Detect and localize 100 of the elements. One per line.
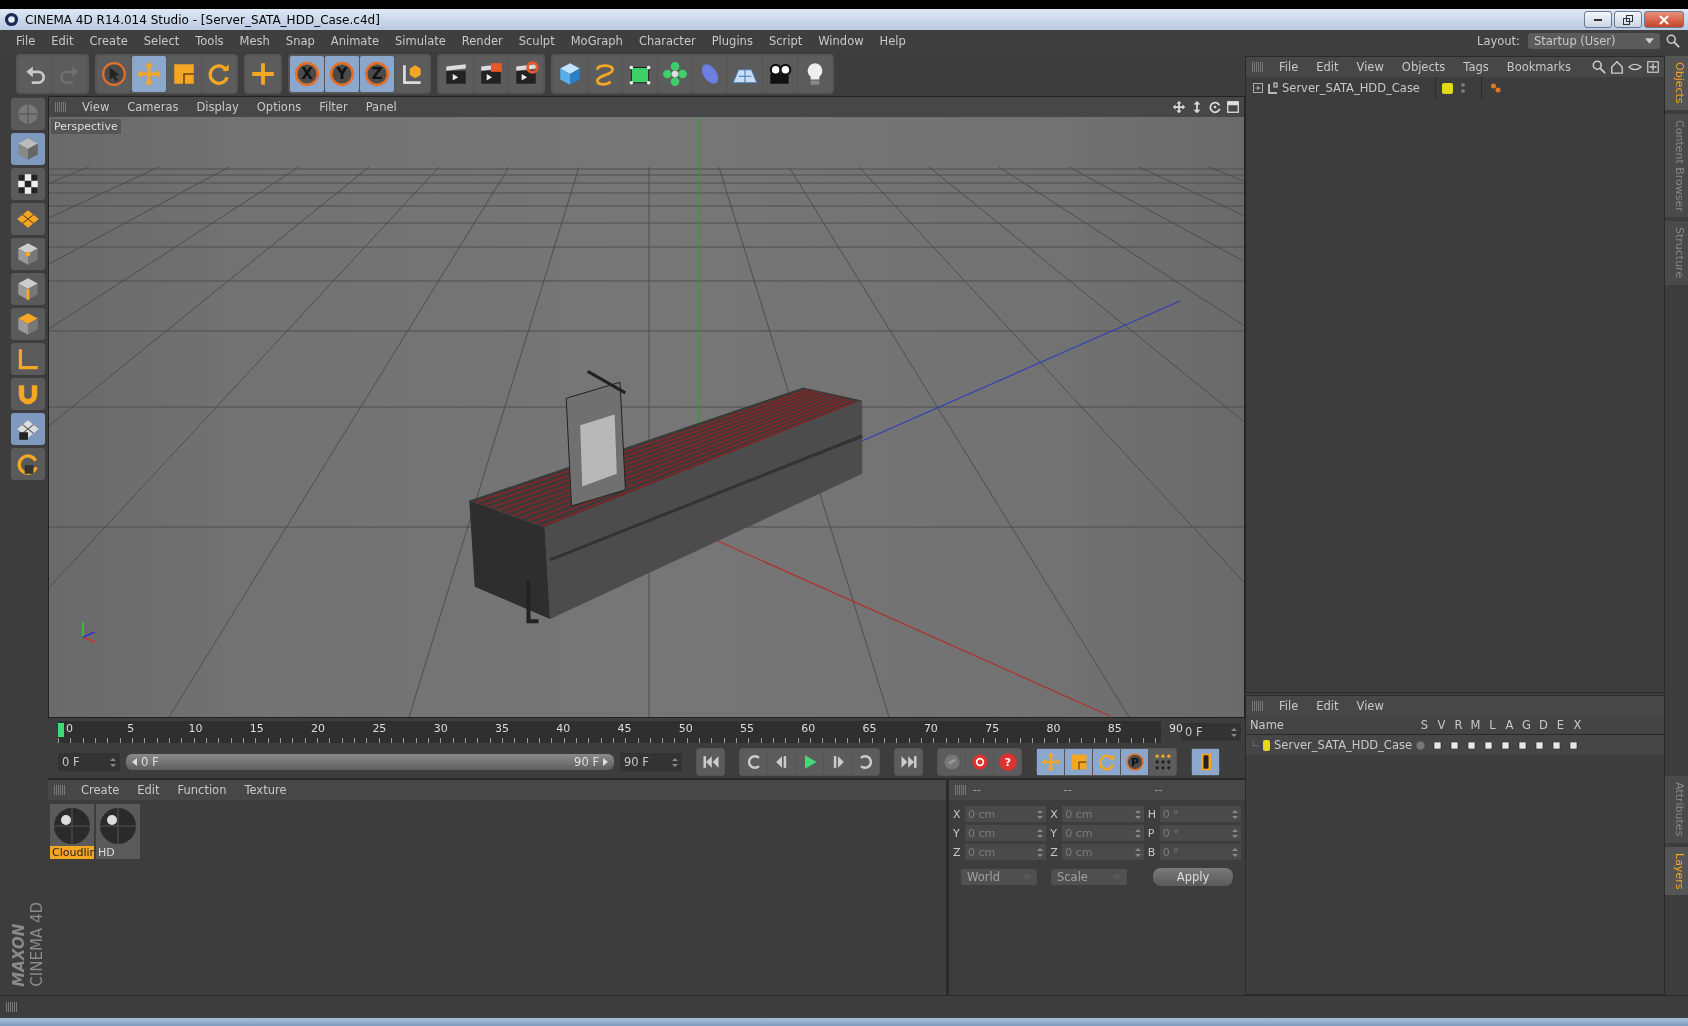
playback-button[interactable] — [966, 749, 993, 775]
new-panel-icon[interactable] — [1646, 60, 1660, 74]
playback-button[interactable] — [895, 749, 922, 775]
frame-range-slider[interactable]: 0 F 90 F — [126, 754, 614, 770]
right-arrow-icon[interactable] — [603, 758, 608, 766]
layer-flag-icon[interactable] — [1517, 739, 1528, 751]
layer-flag-icon[interactable] — [1534, 739, 1545, 751]
spinner-icon[interactable] — [1232, 847, 1238, 857]
menu-item[interactable]: Animate — [322, 34, 387, 48]
menu-item[interactable]: Select — [135, 34, 188, 48]
playback-button[interactable] — [697, 749, 724, 775]
toolbar-button[interactable] — [763, 56, 797, 92]
spinner-icon[interactable] — [1134, 809, 1141, 819]
spinner-icon[interactable] — [1037, 828, 1044, 838]
home-icon[interactable] — [1610, 60, 1624, 74]
playback-button[interactable] — [824, 749, 851, 775]
material-swatch[interactable]: Cloudlir — [50, 804, 94, 859]
viewport-menu-item[interactable]: Panel — [356, 100, 406, 114]
spinner-icon[interactable] — [1037, 809, 1044, 819]
spinner-icon[interactable] — [110, 757, 116, 767]
rotate-icon[interactable] — [1208, 100, 1222, 114]
menu-item[interactable]: Script — [760, 34, 811, 48]
menu-item[interactable]: Simulate — [387, 34, 454, 48]
menu-item[interactable]: Render — [453, 34, 511, 48]
toolbar-button[interactable] — [623, 56, 657, 92]
playback-button[interactable] — [1149, 749, 1176, 775]
viewport-menu-item[interactable]: View — [73, 100, 119, 114]
search-icon[interactable] — [1592, 60, 1606, 74]
menu-item[interactable]: Mesh — [231, 34, 278, 48]
grip-icon[interactable] — [955, 785, 967, 795]
maximize-icon[interactable] — [1226, 100, 1240, 114]
grip-icon[interactable] — [54, 785, 66, 795]
toolbar-button[interactable] — [509, 56, 543, 92]
menu-item[interactable]: Character — [630, 34, 704, 48]
grip-icon[interactable] — [55, 102, 67, 112]
spinner-icon[interactable] — [1037, 847, 1044, 857]
layer-flag-icon[interactable] — [1500, 739, 1511, 751]
objects-menu-item[interactable]: File — [1270, 60, 1308, 74]
material-menu-item[interactable]: Function — [168, 783, 236, 797]
playback-button[interactable] — [768, 749, 795, 775]
tag-icon[interactable] — [1490, 82, 1502, 94]
layers-menu-item[interactable]: View — [1347, 699, 1393, 713]
end-frame-field[interactable]: 90 F — [620, 753, 682, 771]
menu-item[interactable]: Window — [810, 34, 872, 48]
layers-menu-item[interactable]: Edit — [1307, 699, 1348, 713]
viewport-menu-item[interactable]: Display — [187, 100, 248, 114]
side-tab[interactable]: Layers — [1665, 846, 1688, 895]
grip-icon[interactable] — [6, 1002, 18, 1012]
layer-flag-icon[interactable] — [1466, 739, 1477, 751]
menu-item[interactable]: MoGraph — [562, 34, 631, 48]
material-menu-item[interactable]: Edit — [128, 783, 169, 797]
object-name[interactable]: Server_SATA_HDD_Case — [1282, 81, 1432, 95]
menu-item[interactable]: Snap — [277, 34, 323, 48]
menu-item[interactable]: File — [8, 34, 44, 48]
current-frame-field[interactable]: 0 F — [1181, 723, 1241, 741]
playback-button[interactable] — [1192, 749, 1219, 775]
viewport-menu-item[interactable]: Options — [247, 100, 311, 114]
apply-button[interactable]: Apply — [1153, 868, 1233, 886]
side-tab[interactable]: Objects — [1665, 56, 1688, 110]
mode-button[interactable] — [11, 168, 45, 200]
start-frame-field[interactable]: 0 F — [58, 753, 120, 771]
toolbar-button[interactable] — [474, 56, 508, 92]
spinner-icon[interactable] — [1232, 828, 1238, 838]
menu-item[interactable]: Create — [81, 34, 136, 48]
layout-dropdown[interactable]: Startup (User) — [1528, 33, 1660, 49]
search-icon[interactable] — [1666, 34, 1680, 48]
playback-button[interactable] — [796, 749, 823, 775]
objects-menu-item[interactable]: Edit — [1307, 60, 1348, 74]
objects-menu-item[interactable]: Bookmarks — [1497, 60, 1580, 74]
toolbar-button[interactable] — [439, 56, 473, 92]
layer-flag-icon[interactable] — [1551, 739, 1562, 751]
layer-flag-icon[interactable] — [1449, 739, 1460, 751]
objects-menu-item[interactable]: Objects — [1392, 60, 1455, 74]
objects-menu-item[interactable]: View — [1347, 60, 1393, 74]
left-arrow-icon[interactable] — [132, 758, 137, 766]
close-button[interactable] — [1644, 11, 1684, 28]
layer-flag-icon[interactable] — [1483, 739, 1494, 751]
menu-item[interactable]: Edit — [43, 34, 82, 48]
layers-menu-item[interactable]: File — [1270, 699, 1308, 713]
menu-item[interactable]: Help — [871, 34, 914, 48]
move-icon[interactable] — [1172, 100, 1186, 114]
layer-flag-icon[interactable] — [1568, 739, 1579, 751]
spinner-icon[interactable] — [1231, 727, 1237, 737]
objects-menu-item[interactable]: Tags — [1454, 60, 1498, 74]
menu-item[interactable]: Sculpt — [510, 34, 563, 48]
grip-icon[interactable] — [1252, 701, 1264, 711]
spinner-icon[interactable] — [1134, 847, 1141, 857]
viewport-menu-item[interactable]: Cameras — [118, 100, 188, 114]
mode-button[interactable] — [11, 413, 45, 445]
material-menu-item[interactable]: Create — [72, 783, 129, 797]
spinner-icon[interactable] — [1134, 828, 1141, 838]
playback-button[interactable] — [740, 749, 767, 775]
menu-item[interactable]: Tools — [187, 34, 232, 48]
material-swatch[interactable]: HD — [96, 804, 140, 859]
playback-button[interactable] — [852, 749, 879, 775]
material-menu-item[interactable]: Texture — [235, 783, 296, 797]
menu-item[interactable]: Plugins — [703, 34, 761, 48]
viewport-menu-item[interactable]: Filter — [310, 100, 357, 114]
restore-button[interactable] — [1614, 11, 1642, 28]
spinner-icon[interactable] — [672, 757, 678, 767]
